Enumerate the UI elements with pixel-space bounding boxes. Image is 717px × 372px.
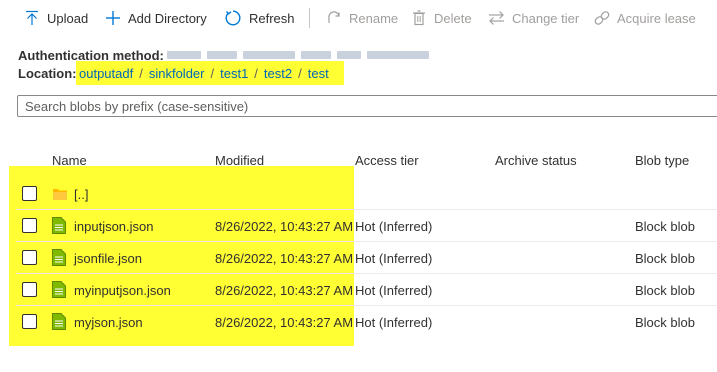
link-icon [594, 11, 610, 25]
table-row[interactable]: myjson.json 8/26/2022, 10:43:27 AM Hot (… [0, 306, 717, 338]
blob-access-tier: Hot (Inferred) [355, 251, 433, 266]
upload-label: Upload [47, 10, 89, 26]
breadcrumb: outputadf / sinkfolder / test1 / test2 / test [79, 66, 329, 81]
file-icon [52, 281, 66, 298]
file-icon [52, 217, 66, 234]
change-tier-icon [489, 11, 504, 25]
search-input[interactable] [17, 95, 717, 117]
add-directory-label: Add Directory [128, 10, 207, 26]
blob-access-tier: Hot (Inferred) [355, 219, 433, 234]
refresh-button[interactable]: Refresh [224, 8, 295, 28]
column-header-access-tier[interactable]: Access tier [355, 153, 419, 168]
row-checkbox[interactable] [22, 250, 37, 265]
refresh-label: Refresh [249, 10, 295, 26]
blob-modified: 8/26/2022, 10:43:27 AM [215, 219, 354, 234]
blob-modified: 8/26/2022, 10:43:27 AM [215, 251, 354, 266]
location: Location: [18, 66, 77, 81]
refresh-icon [225, 10, 241, 26]
breadcrumb-separator: / [210, 66, 215, 81]
column-header-blob-type[interactable]: Blob type [635, 153, 689, 168]
blob-type: Block blob [635, 219, 695, 234]
acquire-lease-label: Acquire lease [617, 10, 696, 26]
blob-modified: 8/26/2022, 10:43:27 AM [215, 315, 354, 330]
blob-type: Block blob [635, 251, 695, 266]
change-tier-button[interactable]: Change tier [488, 8, 579, 28]
row-checkbox[interactable] [22, 186, 37, 201]
folder-icon [53, 189, 67, 200]
location-label: Location: [18, 66, 77, 81]
row-checkbox[interactable] [22, 314, 37, 329]
auth-method-value-redacted [167, 49, 432, 61]
column-header-modified[interactable]: Modified [215, 153, 264, 168]
blob-access-tier: Hot (Inferred) [355, 283, 433, 298]
table-row[interactable]: myinputjson.json 8/26/2022, 10:43:27 AM … [0, 274, 717, 306]
blob-modified: 8/26/2022, 10:43:27 AM [215, 283, 354, 298]
file-icon [52, 249, 66, 266]
trash-icon [413, 10, 425, 26]
row-checkbox[interactable] [22, 282, 37, 297]
command-bar: Upload Add Directory Refresh Rename Dele [0, 0, 717, 36]
row-checkbox[interactable] [22, 218, 37, 233]
blob-name[interactable]: myjson.json [74, 315, 143, 330]
table-row-parent[interactable]: [..] [0, 178, 717, 210]
delete-label: Delete [434, 10, 472, 26]
file-icon [52, 313, 66, 330]
blob-name[interactable]: myinputjson.json [74, 283, 171, 298]
breadcrumb-item-sinkfolder[interactable]: sinkfolder [149, 66, 205, 81]
blob-name[interactable]: inputjson.json [74, 219, 154, 234]
rename-button[interactable]: Rename [326, 8, 398, 28]
blob-access-tier: Hot (Inferred) [355, 315, 433, 330]
breadcrumb-separator: / [298, 66, 302, 81]
breadcrumb-item-test2[interactable]: test2 [264, 66, 292, 81]
breadcrumb-separator: / [254, 66, 258, 81]
change-tier-label: Change tier [512, 10, 580, 26]
column-header-name[interactable]: Name [52, 153, 87, 168]
blob-type: Block blob [635, 315, 695, 330]
blob-type: Block blob [635, 283, 695, 298]
table-row[interactable]: jsonfile.json 8/26/2022, 10:43:27 AM Hot… [0, 242, 717, 274]
toolbar-divider [309, 8, 310, 28]
rename-label: Rename [349, 10, 399, 26]
breadcrumb-item-test[interactable]: test [308, 66, 329, 81]
rename-icon [328, 11, 340, 23]
add-directory-button[interactable]: Add Directory [105, 8, 207, 28]
delete-button[interactable]: Delete [411, 8, 472, 28]
table-row[interactable]: inputjson.json 8/26/2022, 10:43:27 AM Ho… [0, 210, 717, 242]
blob-name[interactable]: jsonfile.json [74, 251, 142, 266]
column-header-archive-status[interactable]: Archive status [495, 153, 577, 168]
parent-directory-link[interactable]: [..] [74, 187, 88, 202]
breadcrumb-item-outputadf[interactable]: outputadf [79, 66, 133, 81]
plus-icon [106, 11, 120, 25]
upload-button[interactable]: Upload [24, 8, 88, 28]
breadcrumb-separator: / [139, 66, 143, 81]
acquire-lease-button[interactable]: Acquire lease [594, 8, 696, 28]
upload-icon [26, 10, 38, 25]
breadcrumb-item-test1[interactable]: test1 [220, 66, 248, 81]
